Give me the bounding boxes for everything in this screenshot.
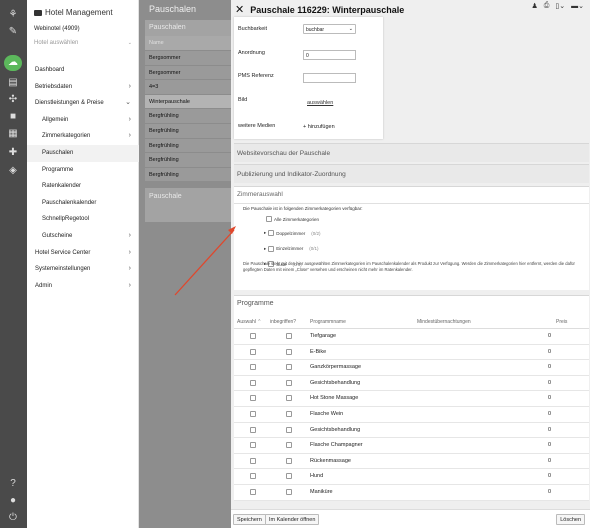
arrow-line (174, 229, 235, 296)
arrow-head (228, 226, 236, 234)
annotation-arrow (174, 226, 236, 296)
